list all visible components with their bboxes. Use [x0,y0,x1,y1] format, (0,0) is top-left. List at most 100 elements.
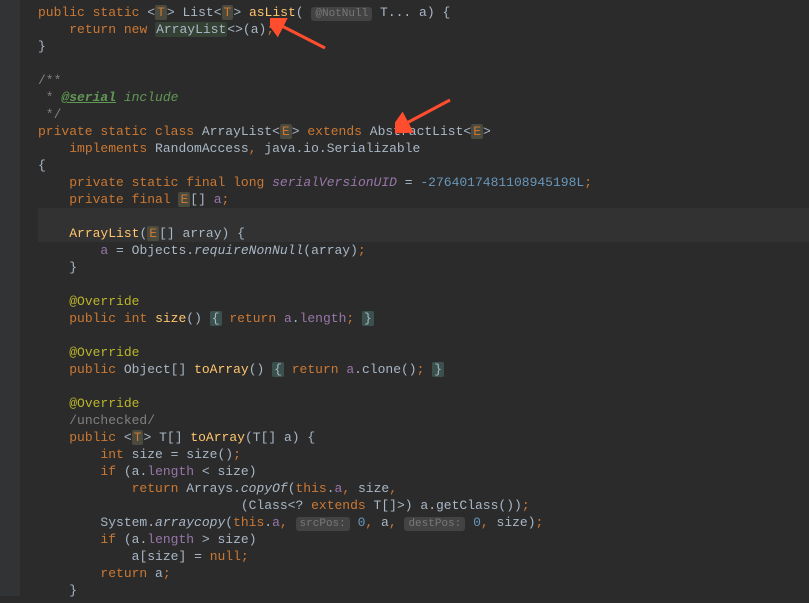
type: RandomAccess [155,141,249,156]
semicolon: ; [222,192,230,207]
type-param: T [132,430,144,445]
keyword: final [186,175,225,190]
keyword: public [38,5,85,20]
var: size [218,532,249,547]
fold-marker[interactable]: } [362,311,374,326]
param-hint: srcPos: [296,517,350,531]
punct: < [272,124,280,139]
arg: array [311,243,350,258]
field: serialVersionUID [272,175,397,190]
op: = [397,175,420,190]
brace: { [442,5,450,20]
keyword: private [38,124,93,139]
keyword: public [69,362,116,377]
type: List [183,5,214,20]
folded-comment[interactable]: /unchecked/ [69,413,155,428]
keyword: public [69,430,116,445]
type-param: E [178,192,190,207]
op: > [194,532,217,547]
param: array [182,226,221,241]
fold-marker[interactable]: { [210,311,222,326]
semicolon: ; [522,498,530,513]
type-param: T [222,5,234,20]
punct: > [397,498,405,513]
keyword: final [132,192,171,207]
constructor: ArrayList [69,226,139,241]
type: java.io.Serializable [264,141,420,156]
type: T [159,430,167,445]
class-ref: ArrayList [155,22,227,37]
comment: /** [38,73,61,88]
keyword: if [100,464,116,479]
arg: a [251,22,259,37]
punct: > [483,124,491,139]
var: size [497,515,528,530]
annotation: @Override [69,345,139,360]
punct: ( [124,464,132,479]
field: length [147,532,194,547]
param-hint: destPos: [404,517,465,531]
method-call: arraycopy [155,515,225,530]
punct: ) [427,5,435,20]
var: size [132,447,163,462]
varargs: ... [388,5,411,20]
type: System [100,515,147,530]
method-call: requireNonNull [194,243,303,258]
param: a [419,5,427,20]
number: -2764017481108945198L [420,175,584,190]
fold-marker[interactable]: { [272,362,284,377]
punct: ( [124,532,132,547]
comma: , [481,515,489,530]
semicolon: ; [358,243,366,258]
punct: . [354,362,362,377]
keyword: static [132,175,179,190]
param: a [284,430,292,445]
punct: ) [350,243,358,258]
parens: () [217,447,233,462]
punct: > [292,124,300,139]
brace: } [69,260,77,275]
parens: () [401,362,417,377]
punct: . [327,481,335,496]
op: = [163,447,186,462]
keyword: public [69,311,116,326]
punct: ) [405,498,413,513]
comment: include [116,90,178,105]
type-param: E [280,124,292,139]
keyword: implements [69,141,147,156]
punct: . [186,243,194,258]
var: a [155,566,163,581]
semicolon: ; [241,549,249,564]
keyword: return [229,311,276,326]
punct: ( [296,5,304,20]
var: size [218,464,249,479]
brace: } [38,39,46,54]
punct: ( [303,243,311,258]
keyword: static [93,5,140,20]
brackets: [] [167,430,183,445]
brace: { [237,226,245,241]
keyword: extends [307,124,362,139]
punct: ) [514,498,522,513]
fold-marker[interactable]: } [432,362,444,377]
brackets: [] [171,362,187,377]
op: < [194,464,217,479]
keyword: private [69,175,124,190]
brace: { [307,430,315,445]
punct: <? [288,498,304,513]
comma: , [389,515,397,530]
type: Arrays [186,481,233,496]
brackets: [] [159,226,175,241]
annotation: @Override [69,294,139,309]
number: 0 [473,515,481,530]
brackets: [] [261,430,277,445]
comment: */ [38,107,61,122]
field: a [214,192,222,207]
code-editor[interactable]: public static <T> List<T> asList( @NotNu… [20,0,809,603]
punct: . [292,311,300,326]
type-param: E [147,226,159,241]
field: length [300,311,347,326]
var: size [358,481,389,496]
type: AbstractList [370,124,464,139]
diamond: <> [227,22,243,37]
